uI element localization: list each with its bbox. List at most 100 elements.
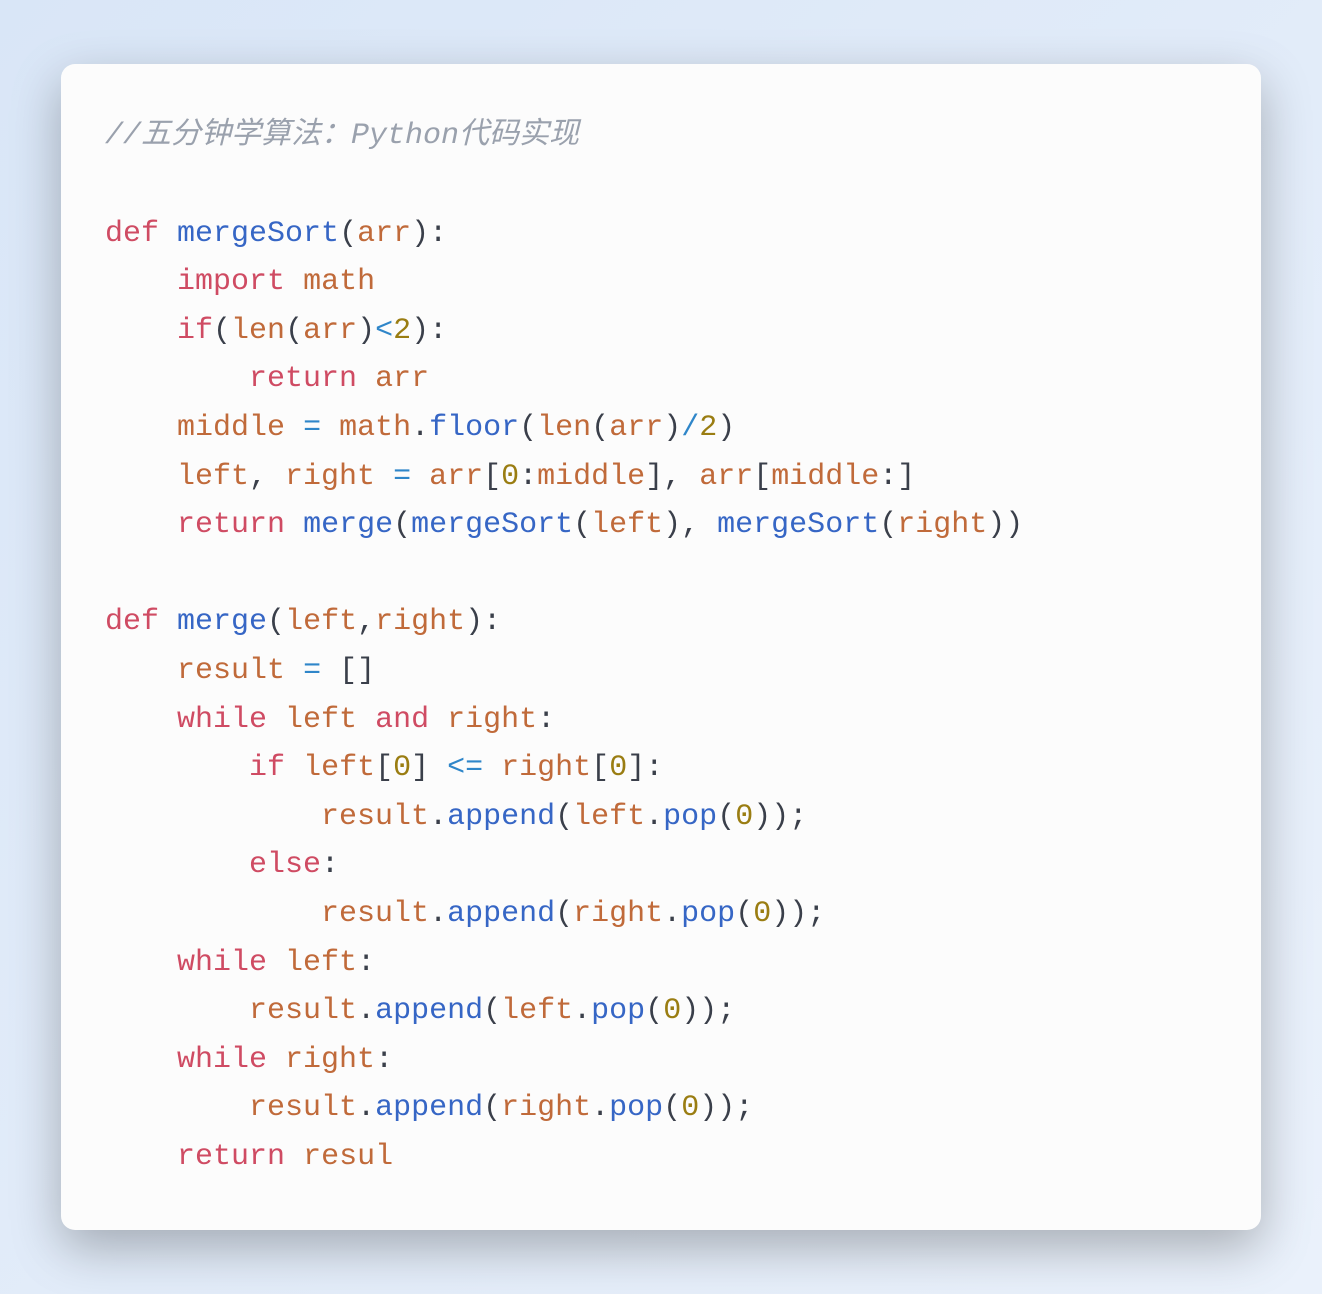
code-token: = xyxy=(393,460,411,494)
code-token: return xyxy=(177,508,285,542)
code-token xyxy=(159,605,177,639)
code-line: while left: xyxy=(105,946,375,980)
code-token: ( xyxy=(591,411,609,445)
code-token: left xyxy=(285,605,357,639)
code-token: [ xyxy=(591,751,609,785)
code-token: . xyxy=(429,897,447,931)
code-token: if xyxy=(177,314,213,348)
code-token: ( xyxy=(879,508,897,542)
code-line: if(len(arr)<2): xyxy=(105,314,447,348)
code-token: 0 xyxy=(501,460,519,494)
code-token: right xyxy=(897,508,987,542)
code-token: ], xyxy=(645,460,699,494)
code-token: ): xyxy=(411,217,447,251)
code-token: ( xyxy=(213,314,231,348)
code-token: left xyxy=(303,751,375,785)
code-line: middle = math.floor(len(arr)/2) xyxy=(105,411,735,445)
code-token xyxy=(105,654,177,688)
code-token xyxy=(105,362,249,396)
code-token: result xyxy=(321,800,429,834)
code-token: 0 xyxy=(609,751,627,785)
code-token: 0 xyxy=(735,800,753,834)
code-token: if xyxy=(249,751,285,785)
code-token: [ xyxy=(753,460,771,494)
code-token: : xyxy=(375,1043,393,1077)
code-token xyxy=(105,460,177,494)
code-token: mergeSort xyxy=(717,508,879,542)
code-token: : xyxy=(537,703,555,737)
code-token: ): xyxy=(411,314,447,348)
code-token: . xyxy=(429,800,447,834)
code-token xyxy=(429,703,447,737)
code-token: ) xyxy=(663,411,681,445)
code-token xyxy=(285,654,303,688)
code-token xyxy=(105,994,249,1028)
code-token: / xyxy=(681,411,699,445)
code-token xyxy=(105,411,177,445)
code-token: ( xyxy=(717,800,735,834)
code-token: <= xyxy=(447,751,483,785)
code-token: arr xyxy=(429,460,483,494)
code-token: : xyxy=(321,848,339,882)
code-token xyxy=(105,1043,177,1077)
code-token: pop xyxy=(609,1091,663,1125)
code-token: ( xyxy=(393,508,411,542)
code-token: )) xyxy=(987,508,1023,542)
code-token: left xyxy=(177,460,249,494)
code-token xyxy=(267,703,285,737)
code-line: return merge(mergeSort(left), mergeSort(… xyxy=(105,508,1023,542)
code-token: right xyxy=(285,460,375,494)
code-token: append xyxy=(447,897,555,931)
code-token: 0 xyxy=(663,994,681,1028)
code-token: ) xyxy=(717,411,735,445)
code-token: len xyxy=(537,411,591,445)
code-token xyxy=(105,946,177,980)
code-token: [] xyxy=(321,654,375,688)
code-line: result.append(left.pop(0)); xyxy=(105,800,807,834)
code-token: = xyxy=(303,411,321,445)
code-token xyxy=(105,1091,249,1125)
code-token: . xyxy=(591,1091,609,1125)
code-token: = xyxy=(303,654,321,688)
code-token: right xyxy=(501,1091,591,1125)
code-token xyxy=(105,508,177,542)
code-token xyxy=(357,362,375,396)
code-token: floor xyxy=(429,411,519,445)
code-token: )); xyxy=(753,800,807,834)
code-token: import xyxy=(177,265,285,299)
code-token: left xyxy=(591,508,663,542)
code-token: return xyxy=(249,362,357,396)
code-token xyxy=(285,265,303,299)
code-token: while xyxy=(177,1043,267,1077)
code-token: ( xyxy=(555,800,573,834)
code-token xyxy=(375,460,393,494)
code-token: . xyxy=(411,411,429,445)
code-token: pop xyxy=(681,897,735,931)
code-token: append xyxy=(375,1091,483,1125)
code-token: pop xyxy=(591,994,645,1028)
code-token: while xyxy=(177,946,267,980)
code-token: right xyxy=(375,605,465,639)
code-token: . xyxy=(357,1091,375,1125)
code-token: def xyxy=(105,605,159,639)
code-token: arr xyxy=(375,362,429,396)
code-token: merge xyxy=(177,605,267,639)
code-token xyxy=(105,897,321,931)
code-token xyxy=(105,848,249,882)
code-token xyxy=(159,217,177,251)
code-token: right xyxy=(447,703,537,737)
code-token: ]: xyxy=(627,751,663,785)
code-token: right xyxy=(501,751,591,785)
code-token: left xyxy=(285,946,357,980)
code-token: arr xyxy=(609,411,663,445)
code-token xyxy=(285,411,303,445)
code-token: ( xyxy=(645,994,663,1028)
code-token: arr xyxy=(699,460,753,494)
code-token xyxy=(105,703,177,737)
code-token xyxy=(483,751,501,785)
code-token: ( xyxy=(285,314,303,348)
code-token: ) xyxy=(357,314,375,348)
code-token: 0 xyxy=(681,1091,699,1125)
code-token: len xyxy=(231,314,285,348)
code-token: ( xyxy=(555,897,573,931)
